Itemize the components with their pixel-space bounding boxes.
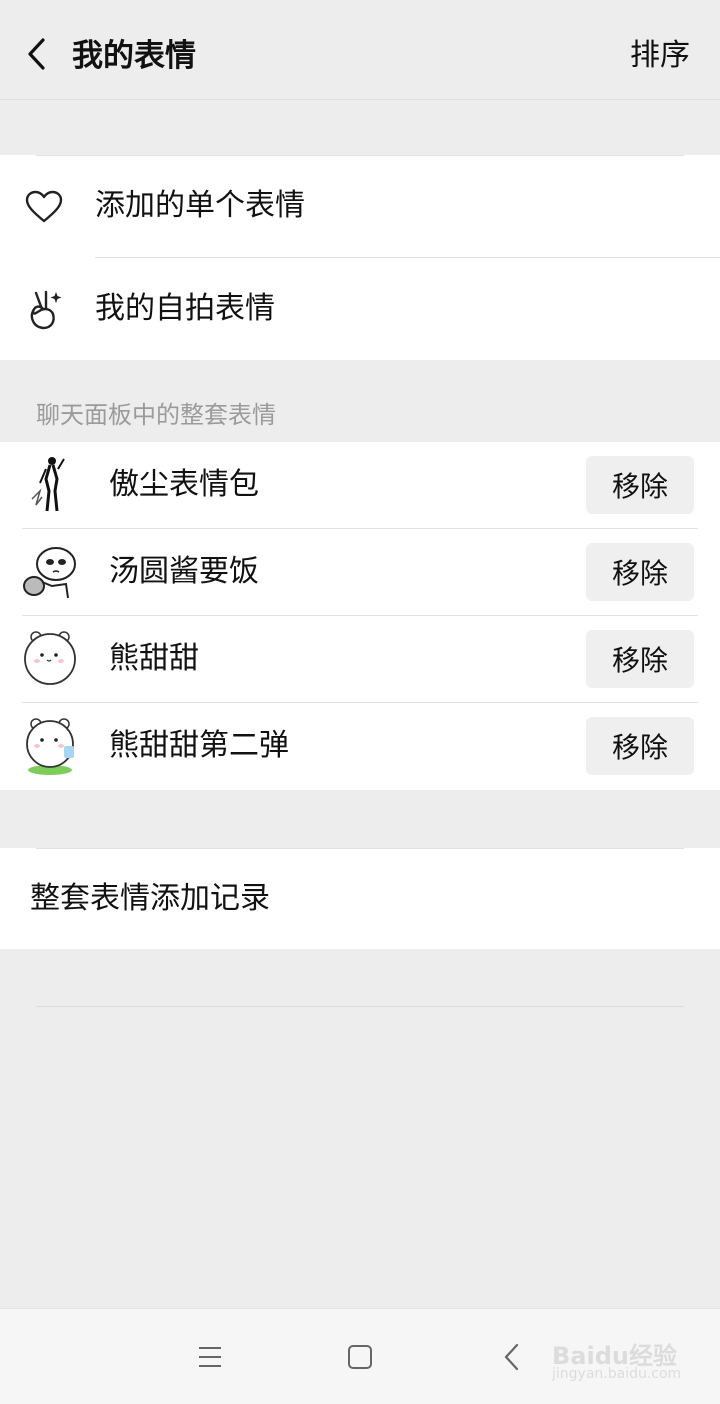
- list-item: 熊甜甜第二弹 移除: [0, 703, 720, 790]
- menu-item-selfie-stickers[interactable]: 我的自拍表情: [0, 258, 720, 360]
- sticker-pack-name: 熊甜甜第二弹: [109, 728, 289, 763]
- list-item: 熊甜甜 移除: [0, 616, 720, 703]
- sticker-pack-thumbnail: [22, 455, 80, 515]
- heart-icon: [24, 187, 64, 227]
- divider: [36, 848, 684, 849]
- sticker-pack-name: 熊甜甜: [109, 641, 199, 676]
- menu-item-label: 我的自拍表情: [95, 291, 275, 326]
- back-button[interactable]: [18, 32, 54, 76]
- system-back-button[interactable]: [492, 1337, 532, 1377]
- page-title: 我的表情: [72, 38, 196, 74]
- home-button[interactable]: [340, 1337, 380, 1377]
- menu-item-single-stickers[interactable]: 添加的单个表情: [0, 155, 720, 258]
- remove-button[interactable]: 移除: [586, 717, 694, 775]
- menu-icon: [199, 1347, 221, 1367]
- sticker-pack-name: 汤圆酱要饭: [109, 554, 259, 589]
- list-item: 傲尘表情包 移除: [0, 442, 720, 529]
- chevron-left-icon: [28, 38, 45, 70]
- back-icon: [504, 1343, 519, 1371]
- sticker-pack-list: 傲尘表情包 移除 汤圆酱要饭 移除 熊甜甜 移除 熊甜甜第二弹 移除: [0, 442, 720, 790]
- sticker-pack-thumbnail: [22, 542, 80, 602]
- sticker-pack-thumbnail: [22, 716, 80, 776]
- baidu-watermark: Baidu经验 jingyan.baidu.com: [552, 1326, 692, 1386]
- section-title-sticker-packs: 聊天面板中的整套表情: [36, 401, 276, 429]
- menu-button[interactable]: [190, 1337, 230, 1377]
- divider: [36, 1006, 684, 1007]
- top-bar: 我的表情 排序: [0, 0, 720, 100]
- sort-button[interactable]: 排序: [630, 32, 690, 80]
- history-item[interactable]: 整套表情添加记录: [0, 848, 720, 949]
- watermark-url: jingyan.baidu.com: [552, 1366, 682, 1382]
- history-label: 整套表情添加记录: [30, 881, 270, 916]
- list-item: 汤圆酱要饭 移除: [0, 529, 720, 616]
- sticker-menu-card: 添加的单个表情 我的自拍表情: [0, 155, 720, 360]
- remove-button[interactable]: 移除: [586, 543, 694, 601]
- victory-hand-icon: [24, 290, 64, 330]
- home-square-icon: [348, 1345, 372, 1369]
- sticker-pack-thumbnail: [22, 629, 80, 689]
- sticker-pack-name: 傲尘表情包: [109, 467, 259, 502]
- menu-item-label: 添加的单个表情: [95, 188, 305, 223]
- remove-button[interactable]: 移除: [586, 456, 694, 514]
- remove-button[interactable]: 移除: [586, 630, 694, 688]
